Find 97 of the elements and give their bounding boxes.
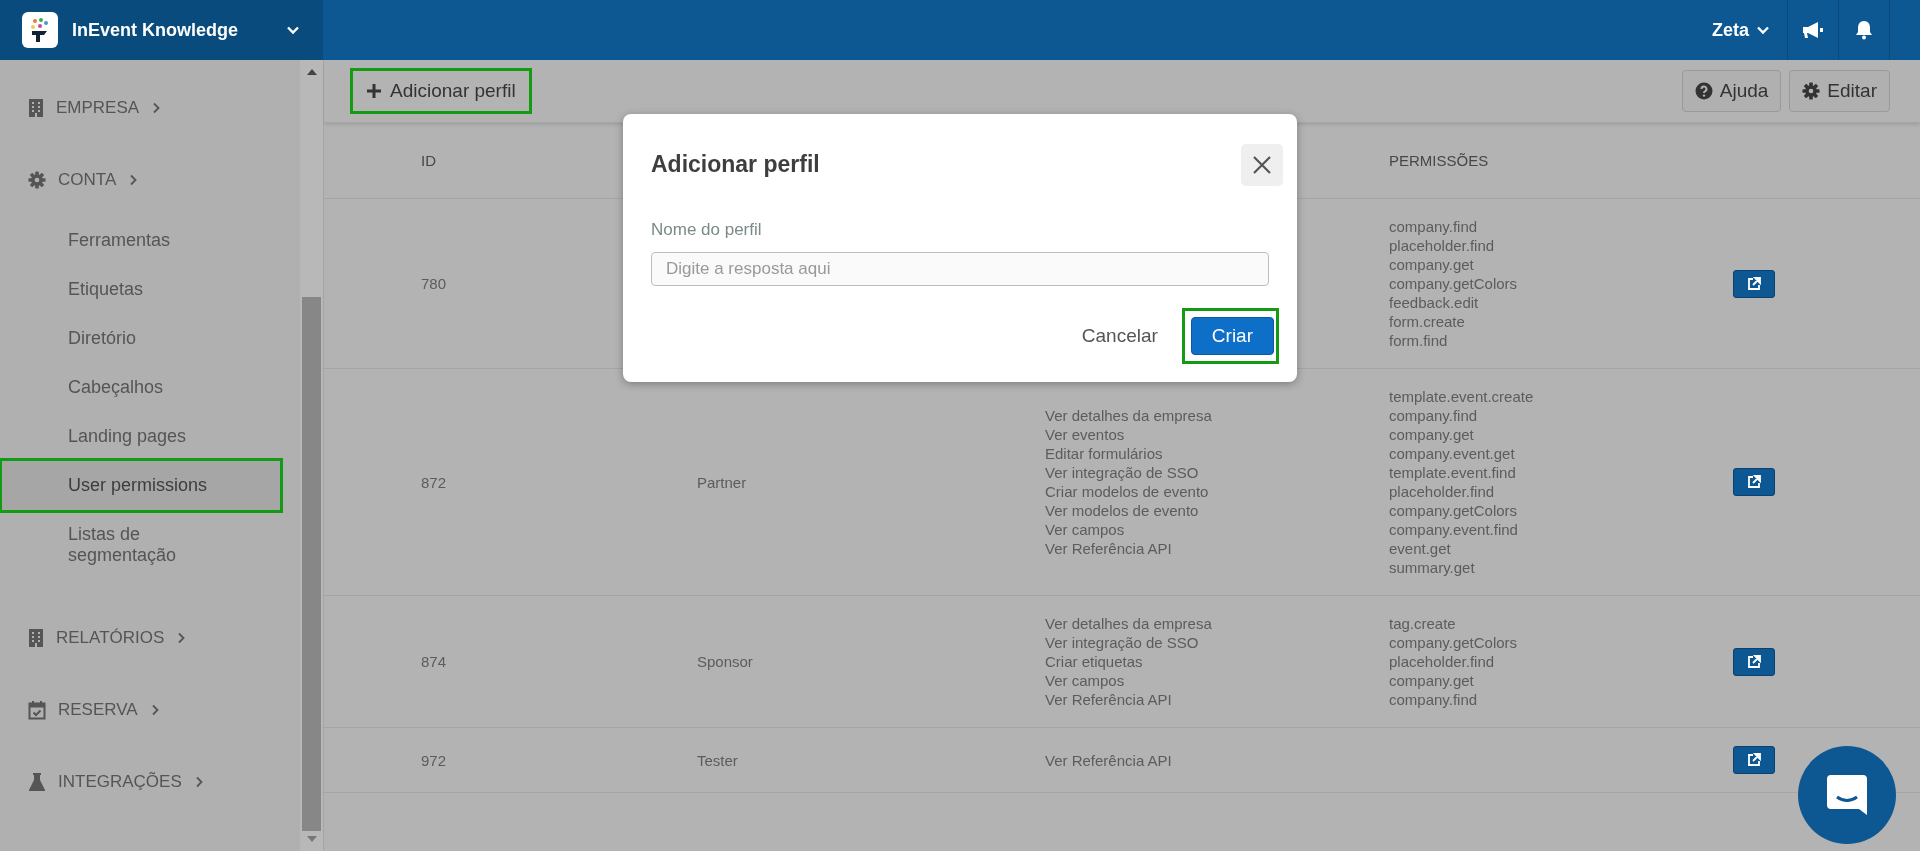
name-cell: Sponsor (697, 653, 753, 670)
section-label: INTEGRAÇÕES (58, 772, 182, 792)
description-line: Ver eventos (1045, 425, 1126, 444)
sidebar-item[interactable]: Etiquetas (2, 265, 280, 314)
id-cell-text: 972 (421, 750, 448, 770)
chevron-right-icon (128, 174, 139, 186)
sidebar-item[interactable]: Ferramentas (2, 216, 280, 265)
gear-icon (28, 171, 46, 189)
open-edit-button[interactable] (1733, 647, 1775, 676)
description-line: Ver Referência API (1045, 690, 1173, 709)
create-button[interactable]: Criar (1190, 317, 1274, 355)
description-line: Editar formulários (1045, 444, 1164, 463)
permission-line: company.getColors (1389, 274, 1519, 293)
permission-line: event.get (1389, 539, 1452, 558)
building-icon (28, 628, 44, 648)
question-icon (1694, 82, 1713, 100)
sidebar-section[interactable]: CONTA (0, 156, 300, 204)
cancel-button[interactable]: Cancelar (1075, 324, 1164, 348)
description-line: Ver Referência API (1045, 539, 1173, 558)
permission-line: company.find (1389, 690, 1479, 709)
description-line: Ver campos (1045, 671, 1126, 690)
open-edit-button[interactable] (1733, 269, 1775, 298)
permission-line: company.get (1389, 425, 1475, 444)
sidebar-section[interactable]: INTEGRAÇÕES (0, 758, 300, 806)
close-button[interactable] (1241, 144, 1283, 186)
sidebar-item[interactable]: User permissions (2, 461, 280, 510)
permission-line: company.get (1389, 671, 1475, 690)
permission-line: company.getColors (1389, 633, 1519, 652)
scrollbar[interactable] (300, 60, 323, 851)
field-label: Nome do perfil (651, 220, 763, 240)
permission-line: placeholder.find (1389, 236, 1496, 255)
permission-line: template.event.create (1389, 387, 1535, 406)
external-link-icon (1747, 654, 1761, 669)
permission-line: form.create (1389, 312, 1466, 331)
external-link-icon (1747, 753, 1761, 767)
permission-line: summary.get (1389, 558, 1476, 577)
id-cell-text: 780 (421, 274, 448, 293)
id-cell-text: 874 (421, 652, 448, 671)
logo-icon (22, 12, 58, 48)
permission-line: company.event.find (1389, 520, 1519, 539)
open-edit-button[interactable] (1733, 746, 1775, 774)
calendar-check-icon (28, 700, 46, 720)
sidebar-section[interactable]: RELATÓRIOS (0, 614, 300, 662)
close-icon (1253, 156, 1271, 174)
sidebar-section[interactable]: RESERVA (0, 686, 300, 734)
permission-line: company.getColors (1389, 501, 1519, 520)
dialog-title: Adicionar perfil (651, 150, 820, 178)
description-line: Ver detalhes da empresa (1045, 614, 1213, 633)
sidebar-item[interactable]: Cabeçalhos (2, 363, 280, 412)
sidebar-item[interactable]: Landing pages (2, 412, 280, 461)
permission-line: feedback.edit (1389, 293, 1480, 312)
permission-line: placeholder.find (1389, 482, 1496, 501)
permission-line: template.event.find (1389, 463, 1517, 482)
permission-line: company.find (1389, 217, 1479, 236)
name-cell: Partner (697, 473, 747, 491)
name-cell: Tester (697, 751, 738, 769)
user-menu[interactable]: Zeta (1696, 0, 1788, 60)
permission-line: company.find (1389, 406, 1479, 425)
chevron-right-icon (151, 102, 162, 114)
permission-line: company.get (1389, 255, 1475, 274)
external-link-icon (1747, 276, 1761, 291)
sidebar-item[interactable]: Listas de segmentação (2, 510, 280, 580)
column-header: PERMISSÕES (1389, 151, 1490, 170)
permission-line: placeholder.find (1389, 652, 1496, 671)
edit-button[interactable]: Editar (1789, 70, 1890, 112)
gear-icon (1802, 82, 1821, 100)
sidebar-section[interactable]: EMPRESA (0, 84, 300, 132)
workspace-name: InEvent Knowledge (72, 19, 240, 41)
profile-name-field[interactable]: Digite a resposta aqui (651, 252, 1269, 286)
chevron-right-icon (176, 632, 187, 644)
description-line: Ver modelos de evento (1045, 501, 1200, 520)
description-line: Criar etiquetas (1045, 652, 1144, 671)
description-line: Ver integração de SSO (1045, 463, 1200, 482)
permission-line: company.event.get (1389, 444, 1516, 463)
description-line: Criar modelos de evento (1045, 482, 1210, 501)
id-cell-text: 872 (421, 472, 448, 492)
sidebar-item[interactable]: Diretório (2, 314, 280, 363)
section-label: CONTA (58, 170, 117, 190)
section-label: EMPRESA (56, 98, 140, 118)
building-icon (28, 98, 44, 118)
plus-icon (366, 83, 382, 99)
flask-icon (28, 772, 46, 792)
permission-line: tag.create (1389, 614, 1457, 633)
help-button[interactable]: Ajuda (1681, 70, 1782, 112)
bell-icon[interactable] (1855, 20, 1873, 40)
section-label: RELATÓRIOS (56, 628, 165, 648)
permission-line: form.find (1389, 331, 1449, 350)
chat-icon (1825, 773, 1869, 817)
add-profile-button[interactable]: Adicionar perfil (352, 70, 530, 112)
description-line: Ver campos (1045, 520, 1126, 539)
description-line: Ver integração de SSO (1045, 633, 1200, 652)
description-line: Ver Referência API (1045, 750, 1173, 770)
section-label: RESERVA (58, 700, 138, 720)
megaphone-icon[interactable] (1801, 20, 1825, 40)
external-link-icon (1747, 475, 1761, 489)
open-edit-button[interactable] (1733, 468, 1775, 496)
description-line: Ver detalhes da empresa (1045, 406, 1213, 425)
